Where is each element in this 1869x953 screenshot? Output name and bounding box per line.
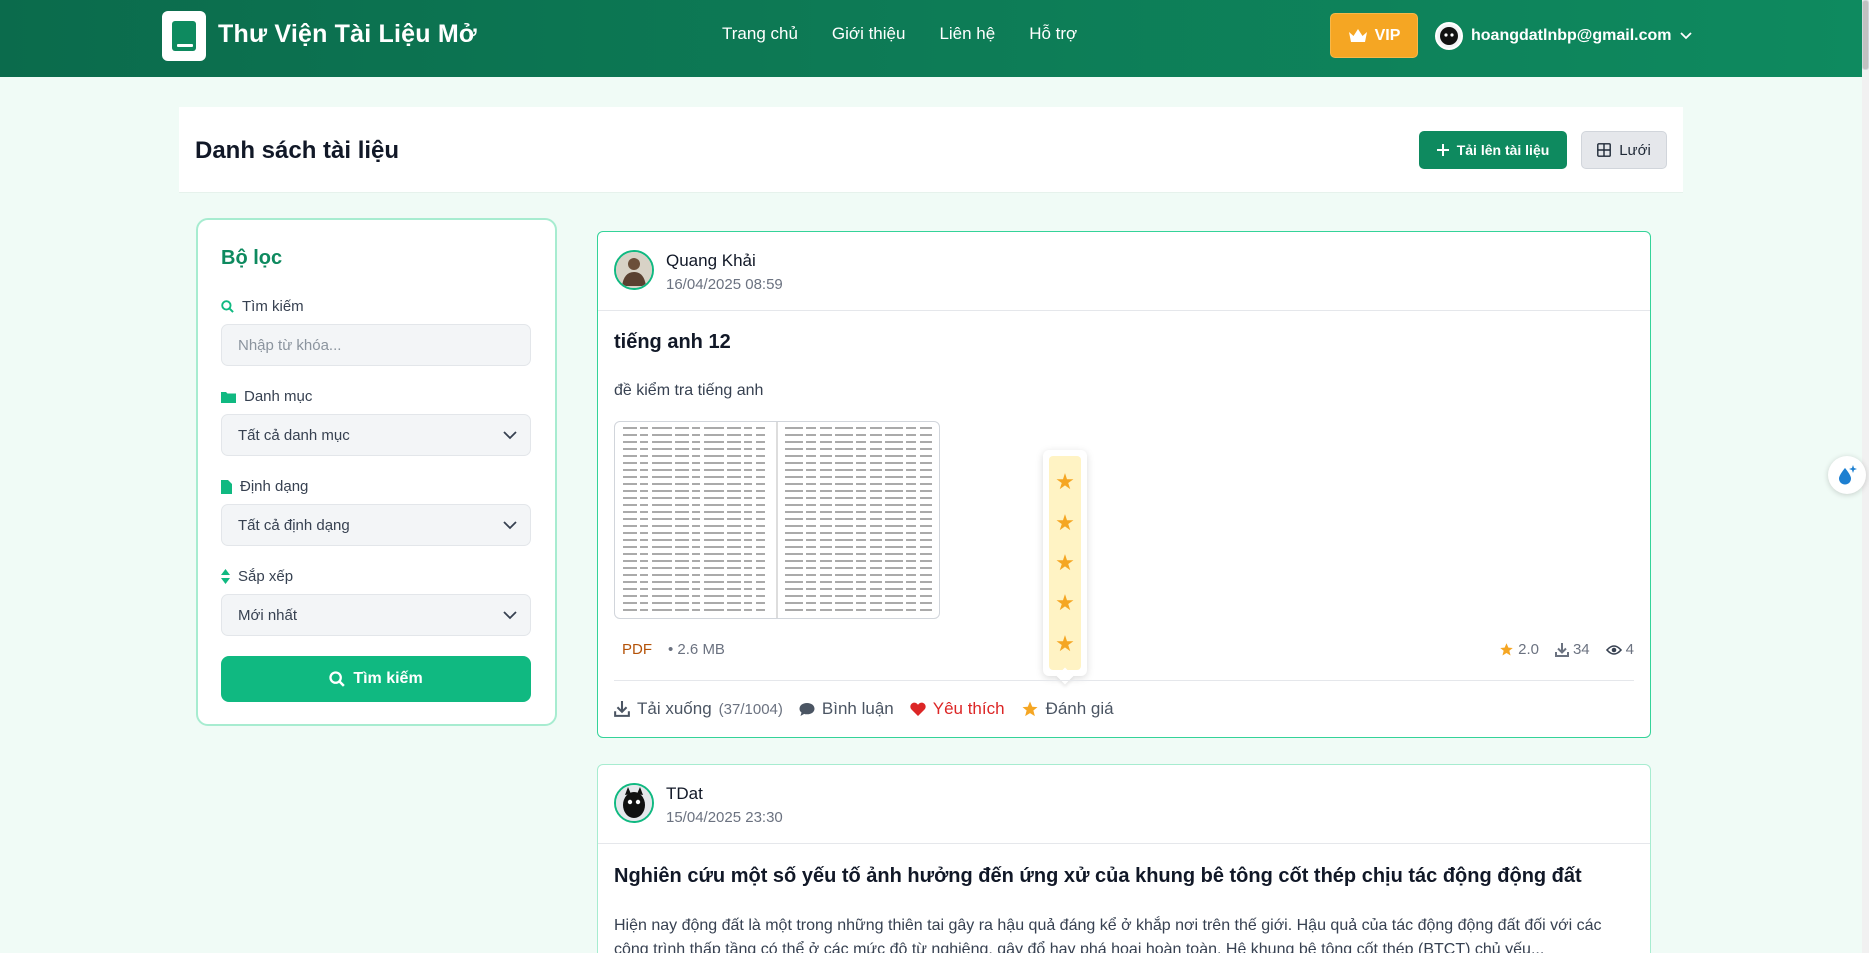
- post-date: 16/04/2025 08:59: [666, 276, 783, 293]
- rating-stat: 2.0: [1499, 641, 1539, 658]
- document-card[interactable]: Quang Khải 16/04/2025 08:59 tiếng anh 12…: [597, 231, 1651, 738]
- star-icon[interactable]: ★: [1055, 471, 1075, 493]
- document-actions: Tải xuống (37/1004) Bình luận Yêu thích …: [614, 699, 1114, 719]
- author-avatar[interactable]: [614, 783, 654, 823]
- download-quota: (37/1004): [718, 700, 783, 718]
- file-meta: PDF • 2.6 MB: [622, 641, 725, 658]
- eye-icon: [1605, 644, 1622, 655]
- post-date: 15/04/2025 23:30: [666, 809, 783, 826]
- filter-panel: Bộ lọc Tìm kiếm Nhập từ khóa... Danh mục…: [196, 218, 557, 726]
- logo[interactable]: [162, 11, 206, 61]
- user-avatar: [1435, 22, 1463, 50]
- document-title[interactable]: tiếng anh 12: [614, 331, 731, 354]
- author-avatar-icon: [616, 785, 652, 821]
- category-select[interactable]: Tất cả danh mục: [221, 414, 531, 456]
- rating-stars: ★ ★ ★ ★ ★: [1049, 456, 1081, 670]
- search-icon: [221, 300, 234, 313]
- comment-button[interactable]: Bình luận: [799, 699, 894, 719]
- grid-label: Lưới: [1619, 141, 1651, 159]
- popover-arrow: [1056, 667, 1074, 685]
- top-navbar: Thư Viện Tài Liệu Mở Trang chủ Giới thiệ…: [0, 0, 1869, 77]
- rate-button[interactable]: Đánh giá: [1021, 699, 1114, 719]
- search-label: Tìm kiếm: [221, 298, 304, 315]
- view-stat: 4: [1605, 641, 1634, 658]
- upload-document-button[interactable]: Tải lên tài liệu: [1419, 131, 1567, 169]
- sort-label: Sắp xếp: [221, 568, 293, 585]
- document-description: Hiện nay động đất là một trong những thi…: [614, 917, 1602, 953]
- document-card[interactable]: TDat 15/04/2025 23:30 Nghiên cứu một số …: [597, 764, 1651, 953]
- format-select[interactable]: Tất cả định dạng: [221, 504, 531, 546]
- star-icon[interactable]: ★: [1055, 511, 1075, 534]
- nav-support[interactable]: Hỗ trợ: [1029, 24, 1077, 44]
- document-description: đề kiểm tra tiếng anh: [614, 382, 764, 399]
- brand-name[interactable]: Thư Viện Tài Liệu Mở: [218, 20, 477, 49]
- sort-select[interactable]: Mới nhất: [221, 594, 531, 636]
- divider: [598, 310, 1650, 311]
- droplet-sparkle-icon: [1839, 465, 1857, 485]
- author-avatar-icon: [616, 252, 652, 288]
- document-preview-image: [623, 422, 933, 618]
- author-name[interactable]: TDat: [666, 784, 703, 804]
- star-icon[interactable]: ★: [1055, 551, 1075, 574]
- upload-label: Tải lên tài liệu: [1456, 142, 1550, 158]
- chevron-down-icon: [1679, 32, 1692, 40]
- page-title: Danh sách tài liệu: [195, 137, 400, 164]
- document-title[interactable]: Nghiên cứu một số yếu tố ảnh hưởng đến ứ…: [614, 865, 1582, 888]
- author-avatar[interactable]: [614, 250, 654, 290]
- document-stats: 2.0 34 4: [1499, 641, 1634, 658]
- comment-icon: [799, 702, 815, 716]
- download-icon: [1554, 642, 1569, 657]
- vip-label: VIP: [1374, 26, 1401, 44]
- book-icon: [172, 21, 196, 51]
- divider: [614, 680, 1634, 681]
- nav-home[interactable]: Trang chủ: [722, 24, 798, 44]
- star-icon[interactable]: ★: [1055, 632, 1075, 655]
- search-icon: [329, 671, 346, 687]
- chevron-down-icon: [503, 431, 517, 440]
- sort-icon: [221, 569, 230, 584]
- search-input[interactable]: Nhập từ khóa...: [221, 324, 531, 366]
- file-icon: [221, 479, 232, 494]
- folder-icon: [221, 391, 236, 403]
- divider: [598, 843, 1650, 844]
- format-label: Định dạng: [221, 478, 308, 495]
- heart-icon: [910, 702, 926, 716]
- main-nav: Trang chủ Giới thiệu Liên hệ Hỗ trợ: [722, 24, 1111, 44]
- category-label: Danh mục: [221, 388, 312, 405]
- user-avatar-icon: [1440, 27, 1458, 45]
- download-button[interactable]: Tải xuống (37/1004): [614, 699, 783, 719]
- crown-icon: [1348, 28, 1367, 42]
- user-email: hoangdatlnbp@gmail.com: [1471, 27, 1672, 44]
- page-header: Danh sách tài liệu Tải lên tài liệu Lưới: [179, 107, 1683, 193]
- filter-search-button[interactable]: Tìm kiếm: [221, 656, 531, 702]
- vip-button[interactable]: VIP: [1330, 13, 1418, 58]
- user-menu[interactable]: hoangdatlnbp@gmail.com: [1435, 21, 1692, 51]
- star-icon: [1500, 643, 1513, 656]
- chevron-down-icon: [503, 521, 517, 530]
- nav-about[interactable]: Giới thiệu: [832, 24, 906, 44]
- nav-contact[interactable]: Liên hệ: [939, 24, 995, 44]
- download-stat: 34: [1554, 641, 1590, 658]
- scrollbar-thumb[interactable]: [1862, 0, 1869, 70]
- star-icon[interactable]: ★: [1055, 592, 1075, 614]
- file-size: • 2.6 MB: [668, 641, 725, 658]
- favorite-button[interactable]: Yêu thích: [910, 699, 1005, 719]
- rating-popover: ★ ★ ★ ★ ★: [1043, 450, 1087, 685]
- grid-view-button[interactable]: Lưới: [1581, 131, 1667, 169]
- download-icon: [614, 701, 630, 717]
- floating-helper-button[interactable]: [1828, 456, 1866, 494]
- grid-icon: [1597, 143, 1612, 157]
- filter-title: Bộ lọc: [221, 247, 283, 269]
- plus-icon: [1436, 144, 1449, 156]
- document-thumbnail[interactable]: [614, 421, 940, 619]
- star-icon: [1022, 701, 1038, 717]
- chevron-down-icon: [503, 611, 517, 620]
- author-name[interactable]: Quang Khải: [666, 251, 756, 271]
- file-format: PDF: [622, 641, 652, 658]
